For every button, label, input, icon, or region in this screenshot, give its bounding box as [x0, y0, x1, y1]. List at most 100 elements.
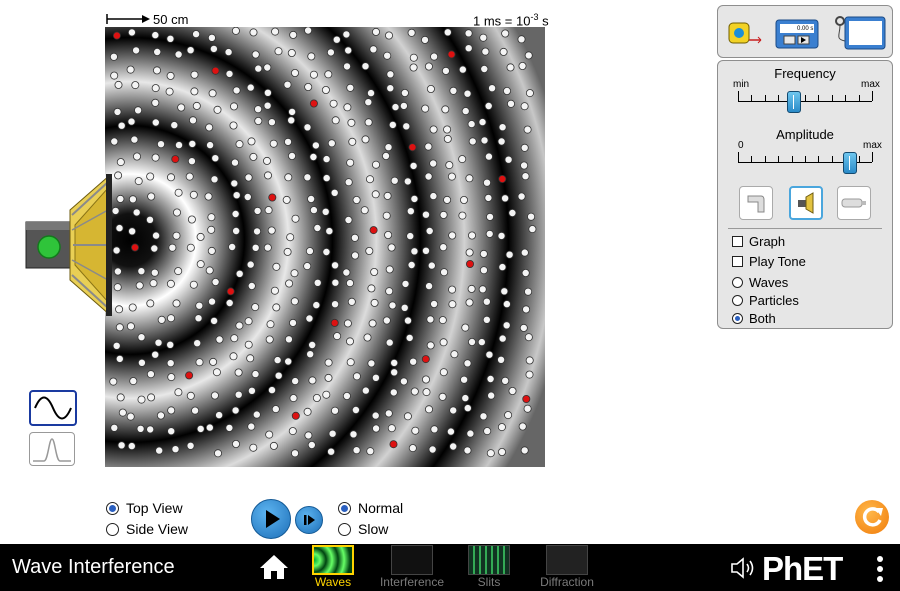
particle	[136, 424, 145, 433]
play-tone-checkbox-row[interactable]: Play Tone	[732, 254, 806, 269]
particles-radio[interactable]	[732, 295, 743, 306]
home-icon	[260, 555, 288, 579]
particle	[505, 250, 514, 259]
play-pause-button[interactable]	[251, 499, 291, 539]
particle	[521, 172, 530, 181]
frequency-slider[interactable]	[738, 91, 873, 113]
amplitude-slider[interactable]	[738, 152, 873, 174]
waves-radio[interactable]	[732, 277, 743, 288]
particle	[308, 376, 317, 385]
pulse-wave-button[interactable]	[29, 432, 75, 466]
step-forward-button[interactable]	[295, 506, 323, 534]
particle	[366, 447, 375, 456]
particle	[150, 244, 159, 253]
particle	[196, 232, 205, 241]
side-view-option[interactable]: Side View	[106, 521, 188, 537]
particle	[367, 284, 376, 293]
slow-speed-option[interactable]: Slow	[338, 521, 388, 537]
particle	[269, 139, 278, 148]
top-view-radio[interactable]	[106, 501, 119, 515]
frequency-slider-thumb[interactable]	[786, 91, 801, 113]
both-radio[interactable]	[732, 313, 743, 324]
slider-tick	[751, 95, 753, 101]
particle	[231, 27, 240, 35]
particle	[308, 340, 317, 349]
particle	[132, 152, 141, 161]
measuring-tape-icon	[728, 22, 762, 44]
slow-speed-radio[interactable]	[338, 522, 351, 536]
screen-diffraction[interactable]: Diffraction	[536, 545, 598, 589]
particle	[146, 215, 155, 224]
particle	[498, 334, 507, 343]
light-source-button[interactable]	[837, 186, 871, 220]
particle	[399, 377, 408, 386]
view-option-both[interactable]: Both	[732, 311, 776, 326]
particle	[207, 225, 216, 234]
particle	[190, 87, 199, 96]
particle	[484, 193, 493, 202]
amplitude-slider-thumb[interactable]	[843, 152, 858, 174]
particle	[214, 449, 223, 458]
red-particle	[291, 411, 300, 420]
screen-slits[interactable]: Slits	[465, 545, 513, 589]
particle	[502, 87, 511, 96]
stopwatch-tool[interactable]: 0.00 s	[775, 13, 819, 51]
particle	[439, 210, 448, 219]
particle	[263, 101, 272, 110]
particle	[445, 161, 454, 170]
particle	[152, 231, 161, 240]
sound-source-button[interactable]	[789, 186, 823, 220]
particle	[385, 265, 394, 274]
particle	[458, 65, 467, 74]
particle	[146, 299, 155, 308]
particle	[390, 368, 399, 377]
screen-interference[interactable]: Interference	[378, 545, 446, 589]
screen-waves[interactable]: Waves	[310, 545, 356, 589]
red-particle	[309, 99, 318, 108]
play-tone-checkbox[interactable]	[732, 256, 743, 267]
graph-checkbox-row[interactable]: Graph	[732, 234, 785, 249]
reset-all-button[interactable]	[855, 500, 889, 534]
home-button[interactable]	[258, 553, 290, 581]
view-option-waves[interactable]: Waves	[732, 275, 788, 290]
measuring-tape-tool[interactable]	[727, 13, 765, 51]
phet-menu-button[interactable]	[876, 555, 884, 583]
particle	[263, 171, 272, 180]
particle	[479, 33, 488, 42]
particle	[368, 319, 377, 328]
graph-checkbox[interactable]	[732, 236, 743, 247]
particle	[422, 388, 431, 397]
particle	[192, 30, 201, 39]
particle	[254, 105, 263, 114]
particle	[154, 338, 163, 347]
view-option-particles[interactable]: Particles	[732, 293, 799, 308]
particle	[524, 51, 533, 60]
particle	[426, 315, 435, 324]
normal-speed-radio[interactable]	[338, 501, 351, 515]
top-view-option[interactable]: Top View	[106, 500, 183, 516]
particle	[449, 406, 458, 415]
particle	[172, 299, 181, 308]
particle	[504, 155, 513, 164]
particle	[128, 195, 137, 204]
red-particle	[185, 371, 194, 380]
particle	[190, 70, 199, 79]
sine-wave-button[interactable]	[29, 390, 77, 426]
particle	[231, 158, 240, 167]
particle	[232, 86, 241, 95]
particle	[166, 71, 175, 80]
particle	[421, 375, 430, 384]
red-particle	[130, 243, 139, 252]
particle	[479, 266, 488, 275]
water-source-button[interactable]	[739, 186, 773, 220]
particle	[352, 446, 361, 455]
sound-toggle-button[interactable]	[730, 555, 758, 581]
speaker-source[interactable]	[20, 170, 130, 320]
side-view-radio[interactable]	[106, 522, 119, 536]
normal-speed-option[interactable]: Normal	[338, 500, 403, 516]
wave-meter-tool[interactable]	[831, 13, 887, 51]
particle	[519, 323, 528, 332]
particle	[291, 377, 300, 386]
particle	[112, 341, 121, 350]
particle	[167, 406, 176, 415]
